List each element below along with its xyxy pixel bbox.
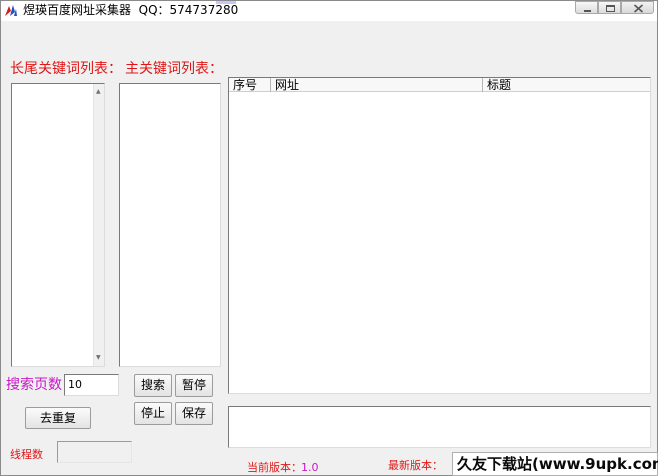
title-bar: 煜瑛百度网址采集器 QQ：574737280 [1, 1, 657, 21]
pause-button[interactable]: 暂停 [175, 374, 213, 397]
save-button[interactable]: 保存 [175, 402, 213, 425]
log-output-box[interactable] [228, 406, 651, 448]
column-header-title[interactable]: 标题 [483, 78, 650, 92]
longtail-keywords-list[interactable]: ▲ ▼ [11, 83, 105, 367]
maximize-icon [606, 5, 615, 12]
search-pages-input[interactable]: 10 [64, 374, 119, 396]
thread-count-input[interactable] [57, 441, 132, 463]
main-keywords-list[interactable] [119, 83, 221, 367]
longtail-list-scrollbar[interactable]: ▲ ▼ [93, 84, 104, 366]
latest-version-label: 最新版本： [388, 459, 443, 472]
app-logo-icon [5, 5, 17, 16]
main-keywords-label: 主关键词列表： [125, 61, 223, 77]
minimize-icon [584, 10, 591, 12]
search-pages-label: 搜索页数 [6, 377, 62, 393]
minimize-button[interactable] [575, 1, 598, 14]
current-version-value: 1.0 [301, 461, 319, 474]
close-button[interactable] [621, 1, 654, 14]
column-header-index[interactable]: 序号 [229, 78, 271, 92]
dedupe-button[interactable]: 去重复 [25, 407, 91, 429]
longtail-keywords-label: 长尾关键词列表： [10, 61, 122, 77]
stop-button[interactable]: 停止 [134, 402, 172, 425]
results-grid-header: 序号 网址 标题 [229, 78, 650, 92]
watermark-banner: 久友下载站(www.9upk.com) [452, 452, 658, 476]
thread-count-label: 线程数 [10, 448, 43, 461]
column-header-url[interactable]: 网址 [271, 78, 483, 92]
maximize-button[interactable] [598, 1, 621, 14]
search-button[interactable]: 搜索 [134, 374, 172, 397]
results-grid[interactable]: 序号 网址 标题 [228, 77, 651, 394]
window-title: 煜瑛百度网址采集器 QQ：574737280 [23, 3, 239, 17]
scroll-down-arrow-icon[interactable]: ▼ [96, 355, 101, 361]
current-version-label: 当前版本： [247, 461, 302, 474]
app-window: 煜瑛百度网址采集器 QQ：574737280 长尾关键词列表： 主关键词列表： … [0, 0, 658, 476]
scroll-up-arrow-icon[interactable]: ▲ [96, 89, 101, 95]
title-bar-highlight [216, 1, 236, 4]
close-icon [633, 4, 644, 13]
